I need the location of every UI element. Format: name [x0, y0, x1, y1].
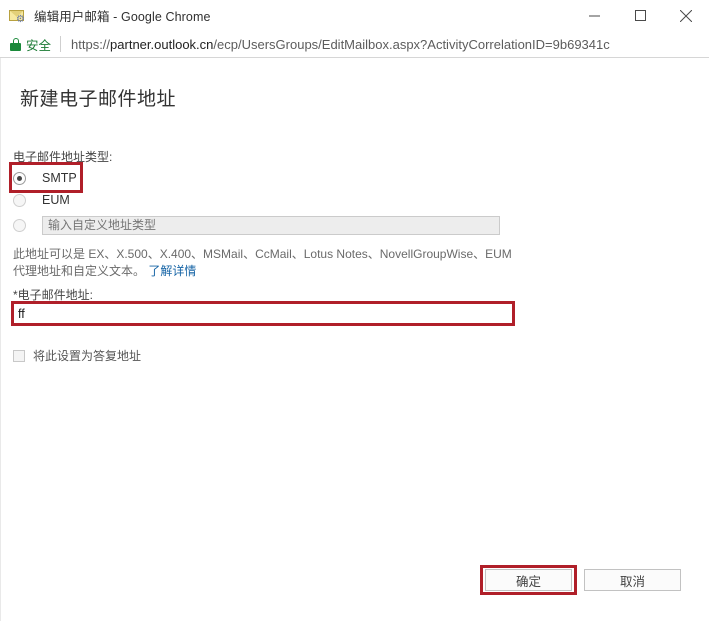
eum-radio-label: EUM: [42, 193, 70, 207]
custom-type-radio-icon[interactable]: [13, 218, 26, 232]
security-label: 安全: [26, 38, 52, 53]
close-icon[interactable]: [663, 0, 709, 31]
smtp-radio-label: SMTP: [42, 171, 77, 185]
window-title: 编辑用户邮箱 - Google Chrome: [34, 10, 211, 24]
cancel-button[interactable]: 取消: [584, 569, 681, 591]
window-titlebar: ⚙ 编辑用户邮箱 - Google Chrome: [0, 0, 709, 31]
url-scheme: https://: [71, 36, 111, 52]
minimize-icon[interactable]: [571, 0, 617, 31]
ok-button[interactable]: 确定: [485, 569, 572, 591]
learn-more-link[interactable]: 了解详情: [148, 264, 196, 278]
url-text[interactable]: https://partner.outlook.cn/ecp/UsersGrou…: [71, 37, 709, 52]
smtp-radio-icon[interactable]: [13, 171, 26, 185]
reply-address-label: 将此设置为答复地址: [33, 349, 142, 363]
maximize-icon[interactable]: [617, 0, 663, 31]
url-path: /ecp/UsersGroups/EditMailbox.aspx?Activi…: [213, 36, 610, 52]
email-address-input[interactable]: [13, 303, 513, 324]
address-type-label: 电子邮件地址类型:: [13, 150, 113, 164]
eum-radio-option[interactable]: EUM: [13, 190, 70, 210]
address-bar[interactable]: 安全 https://partner.outlook.cn/ecp/UsersG…: [0, 31, 709, 58]
page-content: 新建电子邮件地址 电子邮件地址类型: SMTP EUM 此地址可以是 EX、X.…: [0, 58, 709, 621]
window-controls: [571, 0, 709, 31]
email-address-field: [13, 303, 513, 324]
reply-address-checkbox-row[interactable]: 将此设置为答复地址: [13, 347, 141, 364]
custom-type-radio-option[interactable]: [13, 213, 500, 237]
reply-address-checkbox[interactable]: [13, 349, 25, 362]
url-host: partner.outlook.cn: [110, 36, 214, 52]
lock-icon[interactable]: [10, 37, 21, 51]
page-title: 新建电子邮件地址: [20, 89, 177, 110]
mailbox-settings-icon: ⚙: [9, 8, 27, 24]
eum-radio-icon[interactable]: [13, 193, 26, 207]
hint-text: 此地址可以是 EX、X.500、X.400、MSMail、CcMail、Lotu…: [13, 247, 512, 278]
omnibox-divider: [60, 36, 62, 52]
browser-window: ⚙ 编辑用户邮箱 - Google Chrome 安全 https://part…: [0, 0, 709, 621]
smtp-radio-option[interactable]: SMTP: [13, 167, 77, 189]
address-type-hint: 此地址可以是 EX、X.500、X.400、MSMail、CcMail、Lotu…: [13, 246, 513, 280]
custom-address-type-input[interactable]: [42, 215, 500, 235]
email-address-label: *电子邮件地址:: [13, 288, 94, 302]
